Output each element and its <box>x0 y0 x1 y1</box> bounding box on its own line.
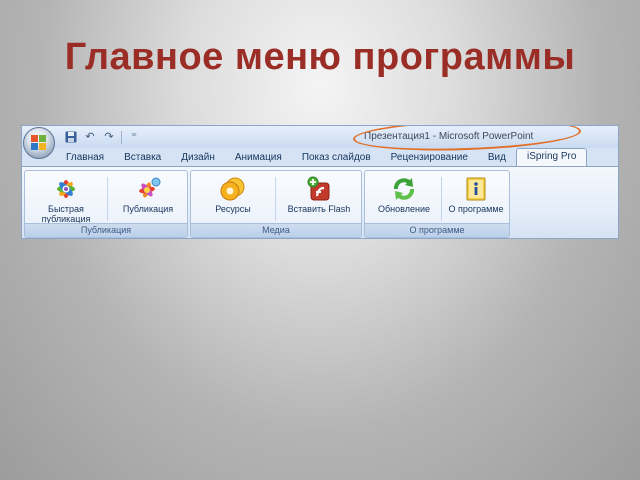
ribbon-tabs: Главная Вставка Дизайн Анимация Показ сл… <box>56 148 588 166</box>
insert-flash-icon <box>305 175 333 203</box>
redo-icon[interactable]: ↷ <box>102 130 116 144</box>
qat-separator <box>121 130 122 144</box>
group-label-about: О программе <box>365 223 509 237</box>
publish-label: Публикация <box>122 204 174 214</box>
customize-icon[interactable]: ⁼ <box>127 130 141 144</box>
update-label: Обновление <box>378 204 430 214</box>
group-media: Ресурсы Вставить Flash Медиа <box>190 170 362 238</box>
about-button[interactable]: О программе <box>443 173 509 225</box>
tab-slide-show[interactable]: Показ слайдов <box>292 150 381 166</box>
insert-flash-button[interactable]: Вставить Flash <box>281 173 357 225</box>
update-icon <box>390 175 418 203</box>
tab-review[interactable]: Рецензирование <box>381 150 478 166</box>
group-label-media: Медиа <box>191 223 361 237</box>
update-button[interactable]: Обновление <box>369 173 439 225</box>
group-label-publication: Публикация <box>25 223 187 237</box>
office-logo-icon <box>31 135 47 151</box>
insert-flash-label: Вставить Flash <box>287 204 351 214</box>
title-bar: ↶ ↷ ⁼ Презентация1 - Microsoft PowerPoin… <box>22 126 618 154</box>
powerpoint-window-screenshot: ↶ ↷ ⁼ Презентация1 - Microsoft PowerPoin… <box>21 125 619 239</box>
window-title: Презентация1 - Microsoft PowerPoint <box>364 131 534 142</box>
resources-icon <box>219 175 247 203</box>
office-button[interactable] <box>23 127 55 159</box>
group-publication: Быстрая публикация Публикация Публикация <box>24 170 188 238</box>
separator <box>441 177 442 221</box>
about-label: О программе <box>448 204 504 214</box>
tab-home[interactable]: Главная <box>56 150 114 166</box>
quick-publish-label: Быстрая публикация <box>41 204 91 224</box>
publish-icon <box>134 175 162 203</box>
tab-ispring-pro[interactable]: iSpring Pro <box>515 148 588 166</box>
tab-view[interactable]: Вид <box>478 150 516 166</box>
publish-button[interactable]: Публикация <box>113 173 183 225</box>
resources-button[interactable]: Ресурсы <box>199 173 267 225</box>
undo-icon[interactable]: ↶ <box>83 130 97 144</box>
resources-label: Ресурсы <box>215 204 251 214</box>
ribbon: Быстрая публикация Публикация Публикация… <box>22 166 618 238</box>
about-icon <box>462 175 490 203</box>
separator <box>107 177 108 221</box>
quick-access-toolbar: ↶ ↷ ⁼ <box>64 129 141 145</box>
tab-design[interactable]: Дизайн <box>171 150 225 166</box>
group-about: Обновление О программе О программе <box>364 170 510 238</box>
quick-publish-button[interactable]: Быстрая публикация <box>31 173 101 225</box>
tab-insert[interactable]: Вставка <box>114 150 171 166</box>
separator <box>275 177 276 221</box>
quick-publish-icon <box>52 175 80 203</box>
save-icon[interactable] <box>64 130 78 144</box>
slide-title: Главное меню программы <box>64 36 576 78</box>
tab-animation[interactable]: Анимация <box>225 150 292 166</box>
